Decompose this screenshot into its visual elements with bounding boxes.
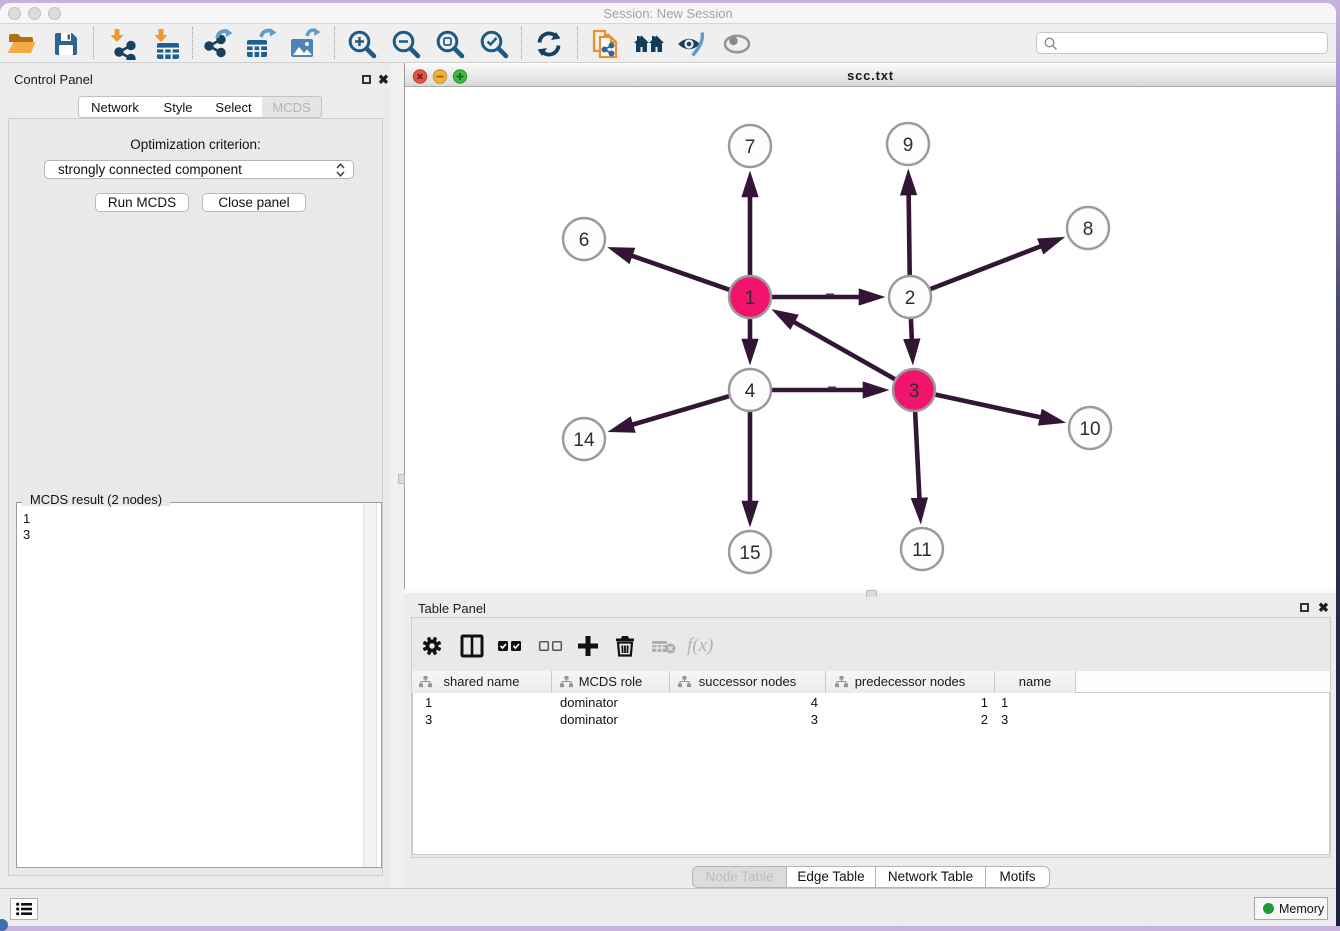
svg-text:9: 9 [903, 135, 914, 156]
svg-text:8: 8 [1083, 219, 1094, 240]
svg-text:1: 1 [745, 288, 756, 309]
svg-text:6: 6 [579, 230, 590, 251]
svg-text:2: 2 [905, 288, 916, 309]
svg-text:14: 14 [573, 430, 595, 451]
svg-text:11: 11 [912, 540, 932, 561]
svg-text:7: 7 [745, 137, 756, 158]
svg-text:4: 4 [745, 381, 756, 402]
svg-text:10: 10 [1079, 419, 1100, 440]
svg-text:3: 3 [909, 381, 920, 402]
svg-text:15: 15 [739, 543, 760, 564]
